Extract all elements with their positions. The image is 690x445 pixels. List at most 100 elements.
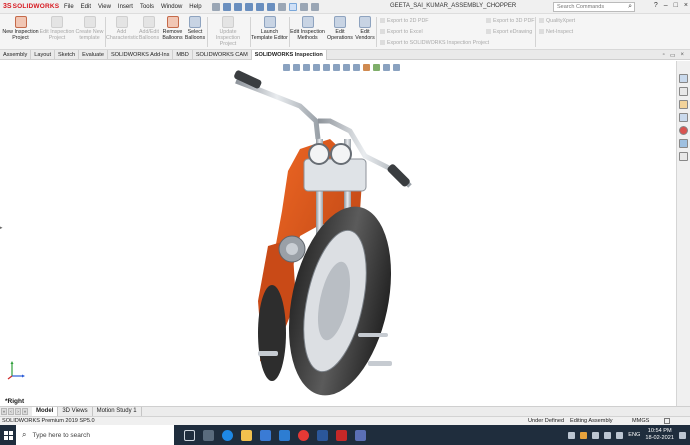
restore-icon[interactable]: ▫ [663,52,665,59]
clock[interactable]: 10:54 PM 18-02-2021 [645,428,674,442]
people-icon[interactable] [568,431,576,439]
minimize-button[interactable]: – [664,2,668,9]
zoom-to-area-icon[interactable] [293,64,300,71]
menu-window[interactable]: Window [161,4,182,10]
tab-layout[interactable]: Layout [31,50,56,60]
tab-sketch[interactable]: Sketch [55,50,80,60]
maximize-button[interactable]: □ [674,2,678,9]
word-icon[interactable] [317,429,328,441]
edit-appearance-icon[interactable] [363,64,370,71]
store-icon[interactable] [260,429,271,441]
edit-operations-button[interactable]: Edit Operations [326,16,354,41]
create-new-template-button[interactable]: Create New template [75,16,104,41]
add-characteristic-button[interactable]: Add Characteristic [106,16,138,41]
file-explorer-icon[interactable] [679,100,688,109]
hide-show-items-icon[interactable] [353,64,360,71]
net-inspect-button[interactable]: Net-Inspect [539,27,575,38]
options-icon[interactable] [310,2,319,11]
tile-icon[interactable]: ▭ [670,52,676,59]
notification-app-icon[interactable] [580,431,588,439]
display-style-icon[interactable] [343,64,350,71]
select-arrow-icon[interactable] [288,2,297,11]
remove-balloons-button[interactable]: Remove Balloons [161,16,184,41]
search-icon[interactable]: ⌕ [628,3,632,11]
tab-mbd[interactable]: MBD [173,50,193,60]
forum-icon[interactable] [679,152,688,161]
undo-icon[interactable] [277,2,286,11]
previous-tab-icon[interactable]: ‹ [8,408,14,415]
menu-tools[interactable]: Tools [140,4,154,10]
view-palette-icon[interactable] [679,113,688,122]
tab-evaluate[interactable]: Evaluate [79,50,108,60]
qualityxpert-button[interactable]: QualityXpert [539,16,575,27]
menu-insert[interactable]: Insert [118,4,133,10]
menu-help[interactable]: Help [189,4,201,10]
export-3d-pdf-button[interactable]: Export to 3D PDF [486,16,535,27]
tab-add-ins[interactable]: SOLIDWORKS Add-Ins [108,50,174,60]
task-view-icon[interactable] [203,429,214,441]
design-library-icon[interactable] [679,87,688,96]
tab-motion-study[interactable]: Motion Study 1 [93,407,142,416]
search-commands-input[interactable]: Search Commands ⌕ [553,2,635,12]
open-folder-icon[interactable] [244,2,253,11]
chrome-icon[interactable] [298,429,309,441]
export-excel-button[interactable]: Export to Excel [380,27,489,38]
appearances-icon[interactable] [679,126,688,135]
home-icon[interactable] [222,2,231,11]
file-explorer-icon[interactable] [241,429,252,441]
solidworks-resources-icon[interactable] [679,74,688,83]
section-view-icon[interactable] [313,64,320,71]
mail-icon[interactable] [279,429,290,441]
edit-inspection-project-button[interactable]: Edit Inspection Project [39,16,75,41]
pin-icon[interactable] [211,2,220,11]
cortana-icon[interactable] [184,429,195,441]
view-orientation-icon[interactable] [333,64,340,71]
new-document-icon[interactable] [233,2,242,11]
edit-vendors-button[interactable]: Edit Vendors [355,16,375,41]
tab-model[interactable]: Model [32,407,59,416]
display-pane-icon[interactable] [393,64,400,71]
tab-3d-views[interactable]: 3D Views [58,407,93,416]
save-icon[interactable] [255,2,264,11]
menu-edit[interactable]: Edit [81,4,91,10]
export-inspection-project-button[interactable]: Export to SOLIDWORKS Inspection Project [380,38,489,49]
apply-scene-icon[interactable] [373,64,380,71]
rebuild-icon[interactable] [299,2,308,11]
tab-assembly[interactable]: Assembly [0,50,32,60]
menu-view[interactable]: View [98,4,111,10]
launch-template-editor-button[interactable]: Launch Template Editor [251,16,288,41]
first-tab-icon[interactable]: « [1,408,7,415]
custom-properties-icon[interactable] [679,139,688,148]
new-inspection-project-button[interactable]: New Inspection Project [2,16,39,41]
edit-inspection-methods-button[interactable]: Edit Inspection Methods [290,16,325,41]
solidworks-logo[interactable]: 3S SOLIDWORKS [0,3,59,10]
export-edrawing-button[interactable]: Export eDrawing [486,27,535,38]
previous-view-icon[interactable] [303,64,310,71]
tab-inspection[interactable]: SOLIDWORKS Inspection [251,50,327,60]
update-inspection-project-button[interactable]: Update Inspection Project [207,16,249,47]
menu-file[interactable]: File [64,4,74,10]
edge-icon[interactable] [222,429,233,441]
solidworks-taskbar-icon[interactable] [336,429,347,441]
taskbar-search-input[interactable]: ⌕ Type here to search [16,425,174,445]
add-edit-balloons-button[interactable]: Add/Edit Balloons [138,16,160,41]
network-icon[interactable] [592,431,600,439]
chopper-model[interactable] [0,61,676,406]
next-tab-icon[interactable]: › [15,408,21,415]
start-button[interactable] [0,425,16,445]
language-indicator[interactable]: ENG [628,432,640,438]
print-icon[interactable] [266,2,275,11]
zoom-to-fit-icon[interactable] [283,64,290,71]
volume-icon[interactable] [616,431,624,439]
last-tab-icon[interactable]: » [22,408,28,415]
select-balloons-button[interactable]: Select Balloons [184,16,206,41]
action-center-icon[interactable] [679,431,686,439]
export-2d-pdf-button[interactable]: Export to 2D PDF [380,16,489,27]
viewport-close-icon[interactable]: × [680,52,684,59]
battery-icon[interactable] [604,431,612,439]
app-icon[interactable] [355,429,366,441]
expand-feature-tree-arrow-icon[interactable]: ▸ [0,225,3,231]
status-options-icon[interactable] [664,418,670,424]
help-icon[interactable]: ? [654,2,658,9]
close-button[interactable]: × [684,2,688,9]
